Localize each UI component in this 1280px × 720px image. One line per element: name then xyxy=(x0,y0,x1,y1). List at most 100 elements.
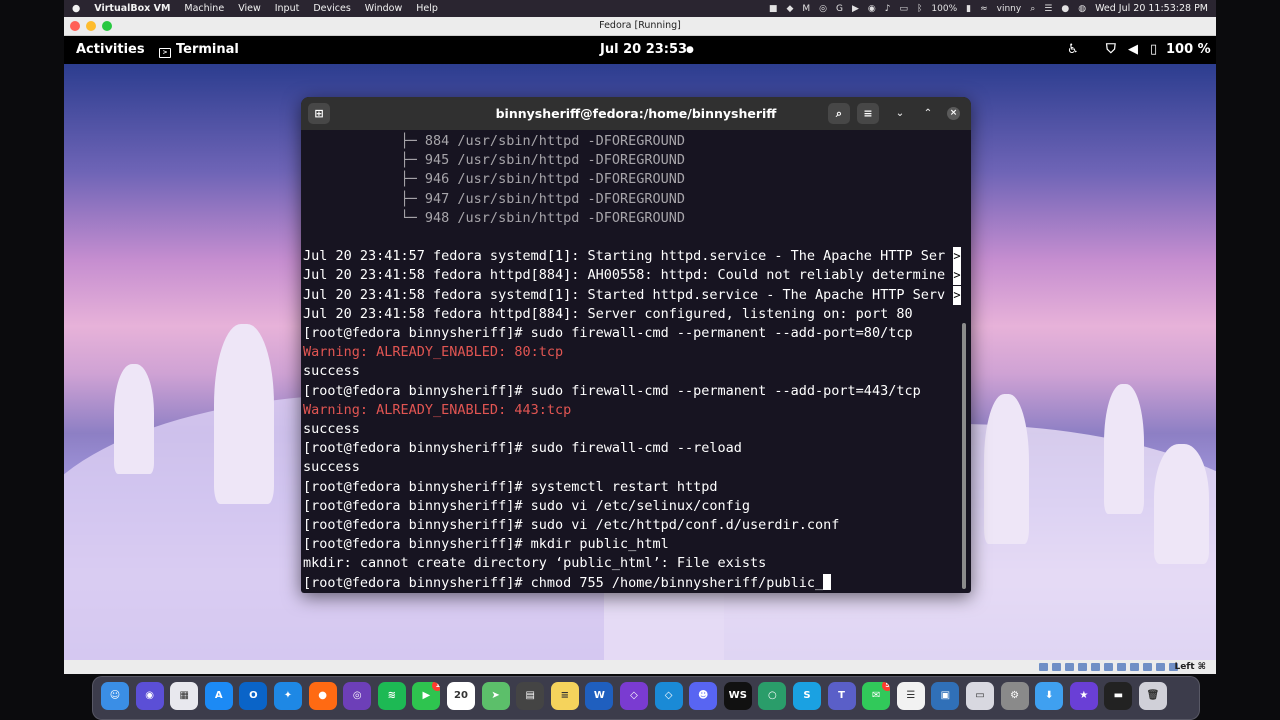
visual-studio-icon[interactable]: ◇ xyxy=(620,682,648,710)
terminal-icon: > xyxy=(159,48,171,58)
menu-input[interactable]: Input xyxy=(275,3,300,14)
close-window-button[interactable] xyxy=(70,21,80,31)
menu-devices[interactable]: Devices xyxy=(313,3,350,14)
app-store-icon[interactable]: A xyxy=(204,682,233,710)
calendar-icon[interactable]: 20 xyxy=(447,682,475,710)
terminal-line: Jul 20 23:41:58 fedora httpd[884]: AH005… xyxy=(303,267,946,284)
vscode-icon[interactable]: ◇ xyxy=(654,682,683,710)
menu-help[interactable]: Help xyxy=(416,3,438,14)
system-settings-icon[interactable]: ⚙ xyxy=(1000,682,1029,710)
terminal-scrollbar[interactable] xyxy=(962,323,966,589)
imovie-icon[interactable]: ★ xyxy=(1069,682,1098,710)
terminal-headerbar[interactable]: ⊞ binnysheriff@fedora:/home/binnysheriff… xyxy=(301,97,971,130)
terminal-output[interactable]: ├─ 884 /usr/sbin/httpd -DFOREGROUND ├─ 9… xyxy=(303,132,961,592)
menu-button[interactable]: ≡ xyxy=(857,103,879,124)
terminal-line: success xyxy=(303,363,360,380)
outlook-icon[interactable]: O xyxy=(239,682,268,710)
avatar[interactable]: ● xyxy=(1061,4,1069,14)
preview-icon[interactable]: ▭ xyxy=(966,682,994,710)
terminal-line: Jul 20 23:41:58 fedora systemd[1]: Start… xyxy=(303,286,946,303)
volume-icon[interactable]: ◀ xyxy=(1128,36,1138,64)
search-button[interactable]: ⌕ xyxy=(828,103,850,124)
terminal-line: Jul 20 23:41:57 fedora systemd[1]: Start… xyxy=(303,248,946,265)
line-truncation-marker: > xyxy=(953,247,961,267)
word-icon[interactable]: W xyxy=(585,682,614,710)
apple-icon[interactable]: ● xyxy=(72,3,80,14)
control-center-icon[interactable]: ☰ xyxy=(1044,4,1052,14)
terminal-line: [root@fedora binnysheriff]# systemctl re… xyxy=(303,478,718,495)
menubar-user[interactable]: vinny xyxy=(997,4,1022,14)
terminal-line: [root@fedora binnysheriff]# sudo firewal… xyxy=(303,325,913,341)
volume-icon[interactable]: ♪ xyxy=(885,4,891,14)
menu-window[interactable]: Window xyxy=(365,3,402,14)
virtualbox-icon[interactable]: ▣ xyxy=(931,682,960,710)
notes-icon[interactable]: ≡ xyxy=(550,682,579,710)
vbox-window-titlebar: Fedora [Running] xyxy=(64,17,1216,36)
siri-menubar-icon[interactable]: ◍ xyxy=(1078,4,1086,14)
menubar-clock[interactable]: Wed Jul 20 11:53:28 PM xyxy=(1095,3,1208,14)
menu-machine[interactable]: Machine xyxy=(184,3,224,14)
gnome-battery-percent[interactable]: 100 % xyxy=(1166,36,1211,64)
maps-icon[interactable]: ➤ xyxy=(481,682,510,710)
display-icon[interactable]: ▭ xyxy=(900,4,909,14)
facetime-icon[interactable]: ▶ 1 xyxy=(412,682,441,710)
menu-view[interactable]: View xyxy=(238,3,261,14)
skype-icon[interactable]: S xyxy=(793,682,821,710)
text-cursor xyxy=(823,573,832,590)
discord-icon[interactable]: ☻ xyxy=(689,682,718,710)
activities-button[interactable]: Activities xyxy=(76,36,145,64)
calculator-icon[interactable]: ▤ xyxy=(516,682,545,710)
terminal-line: ├─ 945 /usr/sbin/httpd -DFOREGROUND xyxy=(303,152,686,169)
maximize-button[interactable]: ⌃ xyxy=(918,103,938,124)
terminal-line: Jul 20 23:41:58 fedora httpd[884]: Serve… xyxy=(303,305,913,322)
spotify-icon[interactable]: ≋ xyxy=(377,682,406,710)
terminal-line: success xyxy=(303,421,360,437)
zoom-window-button[interactable] xyxy=(102,21,112,31)
terminal-line: ├─ 947 /usr/sbin/httpd -DFOREGROUND xyxy=(303,190,686,207)
app-menu[interactable]: > Terminal xyxy=(159,36,239,64)
terminal-line: [root@fedora binnysheriff]# sudo vi /etc… xyxy=(303,497,751,514)
line-truncation-marker: > xyxy=(953,285,961,305)
terminal-line: Warning: ALREADY_ENABLED: 80:tcp xyxy=(303,344,564,361)
battery-icon[interactable]: ▯ xyxy=(1150,36,1157,64)
menubar-app-name[interactable]: VirtualBox VM xyxy=(94,3,170,14)
downloads-folder-icon[interactable]: ⬇ xyxy=(1035,682,1064,710)
airdrop-icon[interactable]: ◉ xyxy=(868,4,876,14)
shield-icon[interactable]: ⛉ xyxy=(1106,36,1116,64)
status-app-icon[interactable]: ◆ xyxy=(786,4,793,14)
launchpad-icon[interactable]: ▦ xyxy=(170,682,199,710)
siri-icon[interactable]: ◉ xyxy=(135,682,164,710)
notification-dot-icon: ● xyxy=(686,45,694,55)
close-button[interactable]: × xyxy=(947,107,960,120)
vbox-window-title: Fedora [Running] xyxy=(599,20,681,31)
wifi-icon[interactable]: ≈ xyxy=(980,4,988,14)
webstorm-icon[interactable]: WS xyxy=(723,682,752,710)
search-icon[interactable]: ⌕ xyxy=(1030,4,1035,14)
play-icon[interactable]: ▶ xyxy=(852,4,859,14)
messages-icon[interactable]: ✉ 5 xyxy=(862,682,891,710)
chatgpt-icon[interactable]: ○ xyxy=(758,682,787,710)
safari-icon[interactable]: ✦ xyxy=(274,682,302,710)
tor-browser-icon[interactable]: ◎ xyxy=(343,682,372,710)
grammarly-icon[interactable]: G xyxy=(836,4,843,14)
record-icon[interactable]: ■ xyxy=(769,4,778,14)
bluetooth-icon[interactable]: ᛒ xyxy=(917,4,922,14)
accessibility-icon[interactable]: ♿ xyxy=(1067,36,1079,64)
terminal-line: [root@fedora binnysheriff]# sudo vi /etc… xyxy=(303,517,840,533)
terminal-window[interactable]: ⊞ binnysheriff@fedora:/home/binnysheriff… xyxy=(301,97,971,593)
screenshot-thumbnail-icon[interactable]: ▬ xyxy=(1104,682,1133,710)
trash-icon[interactable]: 🗑 xyxy=(1139,682,1167,710)
battery-icon[interactable]: ▮ xyxy=(966,4,971,14)
finder-icon[interactable]: ☺ xyxy=(101,682,129,710)
menubar-battery[interactable]: 100% xyxy=(931,4,957,14)
malwarebytes-icon[interactable]: M xyxy=(802,4,810,14)
gnome-clock[interactable]: Jul 20 23:53 xyxy=(600,36,687,64)
minimize-window-button[interactable] xyxy=(86,21,96,31)
app-menu-label: Terminal xyxy=(176,42,239,57)
minimize-button[interactable]: ⌄ xyxy=(890,103,910,124)
reminders-icon[interactable]: ☰ xyxy=(896,682,925,710)
firefox-icon[interactable]: ● xyxy=(308,682,337,710)
vpn-icon[interactable]: ◎ xyxy=(819,4,827,14)
vbox-status-bar: Left ⌘ xyxy=(64,660,1216,674)
teams-icon[interactable]: T xyxy=(827,682,856,710)
